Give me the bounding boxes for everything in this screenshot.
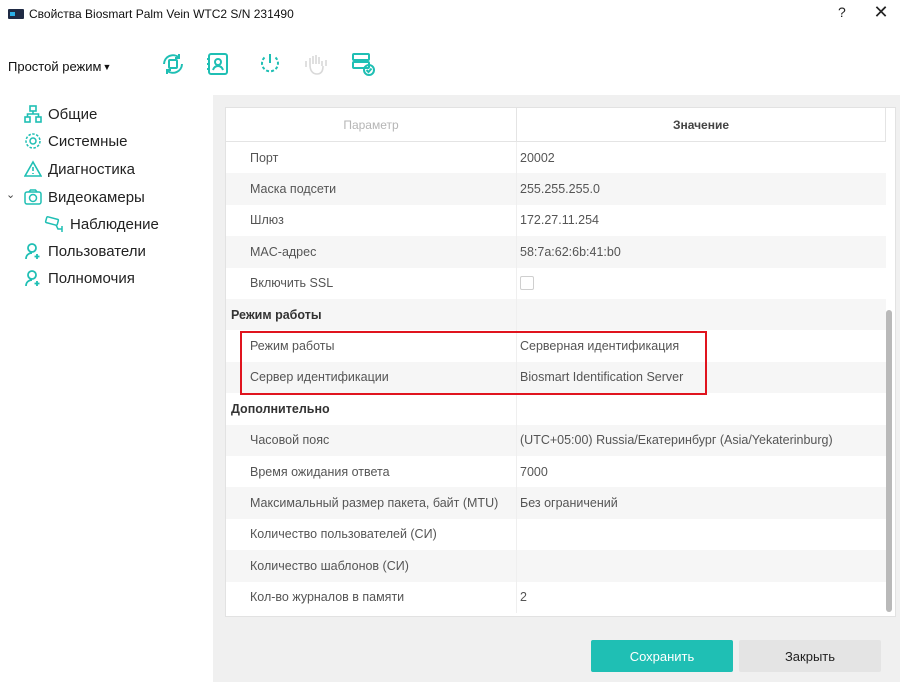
chevron-down-icon: ▼	[102, 61, 112, 72]
sync-icon[interactable]	[160, 51, 186, 77]
sidebar-item-label: Наблюдение	[70, 215, 159, 233]
sidebar-item-system[interactable]: Системные	[24, 130, 127, 152]
group-label: Дополнительно	[231, 401, 330, 416]
row-value: 255.255.255.0	[520, 182, 600, 197]
row-key: Часовой пояс	[250, 433, 330, 448]
row-key: Максимальный размер пакета, байт (MTU)	[250, 496, 499, 511]
sidebar-item-users[interactable]: Пользователи	[24, 240, 146, 262]
table-row[interactable]: Включить SSL	[226, 267, 886, 299]
column-header-value[interactable]: Значение	[516, 108, 886, 142]
user-scan-icon[interactable]	[205, 51, 231, 77]
power-icon[interactable]	[257, 51, 283, 77]
table-row[interactable]: Порт 20002	[226, 142, 886, 174]
row-key: Кол-во журналов в памяти	[250, 590, 405, 605]
table-row[interactable]: Шлюз 172.27.11.254	[226, 204, 886, 237]
cctv-icon	[44, 216, 63, 232]
save-button[interactable]: Сохранить	[591, 640, 733, 672]
sidebar-item-diagnostics[interactable]: Диагностика	[24, 158, 135, 180]
group-row: Дополнительно	[226, 393, 886, 425]
table-row[interactable]: MAC-адрес 58:7a:62:6b:41:b0	[226, 236, 886, 268]
sidebar-item-label: Пользователи	[48, 242, 146, 260]
row-key: Маска подсети	[250, 182, 337, 197]
table-row[interactable]: Маска подсети 255.255.255.0	[226, 173, 886, 205]
sidebar-item-surveillance[interactable]: Наблюдение	[44, 213, 159, 235]
sidebar-item-label: Полномочия	[48, 269, 135, 287]
mode-dropdown-label: Простой режим	[8, 59, 102, 74]
sidebar-item-permissions[interactable]: Полномочия	[24, 267, 135, 289]
row-key: Шлюз	[250, 213, 284, 228]
row-key: Время ожидания ответа	[250, 464, 390, 479]
row-value: 2	[520, 590, 527, 605]
sidebar-item-label: Видеокамеры	[48, 188, 145, 206]
table-row[interactable]: Часовой пояс (UTC+05:00) Russia/Екатерин…	[226, 424, 886, 456]
row-key: Количество шаблонов (СИ)	[250, 558, 409, 573]
user-add-icon	[25, 270, 40, 287]
server-check-icon[interactable]	[350, 51, 376, 77]
palm-icon	[303, 51, 329, 77]
user-add-icon	[25, 243, 40, 260]
mode-dropdown[interactable]: Простой режим ▼	[8, 59, 111, 74]
sidebar-item-cameras[interactable]: Видеокамеры	[24, 186, 145, 208]
table-row[interactable]: Кол-во журналов в памяти 2	[226, 581, 886, 613]
row-value: 172.27.11.254	[520, 213, 600, 228]
highlight-box	[240, 331, 707, 395]
chevron-down-icon[interactable]: ⌄	[6, 188, 15, 201]
row-value: 20002	[520, 150, 555, 165]
row-key: Включить SSL	[250, 276, 334, 291]
row-key: Порт	[250, 150, 279, 165]
table-header: Параметр Значение	[226, 108, 886, 142]
help-button[interactable]: ?	[838, 4, 846, 20]
table-row[interactable]: Количество пользователей (СИ)	[226, 518, 886, 551]
window-title: Свойства Biosmart Palm Vein WTC2 S/N 231…	[29, 7, 294, 21]
table-row[interactable]: Максимальный размер пакета, байт (MTU) Б…	[226, 487, 886, 519]
row-key: Количество пользователей (СИ)	[250, 527, 437, 542]
warning-icon	[24, 160, 42, 177]
row-value: 7000	[520, 464, 548, 479]
network-icon	[24, 105, 42, 123]
close-window-button[interactable]: ✕	[872, 2, 890, 22]
row-value	[520, 268, 534, 299]
table-row[interactable]: Количество шаблонов (СИ)	[226, 550, 886, 582]
row-key: MAC-адрес	[250, 244, 317, 259]
sidebar-tree: Общие Системные Диагностика ⌄ Видеокамер…	[0, 100, 212, 682]
close-button[interactable]: Закрыть	[739, 640, 881, 672]
camera-icon	[24, 189, 42, 205]
app-icon	[8, 9, 24, 19]
group-label: Режим работы	[231, 307, 322, 322]
toolbar: Простой режим ▼	[0, 40, 900, 90]
table-row[interactable]: Время ожидания ответа 7000	[226, 456, 886, 488]
sidebar-item-label: Диагностика	[48, 160, 135, 178]
title-bar: Свойства Biosmart Palm Vein WTC2 S/N 231…	[0, 0, 900, 28]
scrollbar-thumb[interactable]	[886, 310, 892, 612]
row-value: (UTC+05:00) Russia/Екатеринбург (Asia/Ye…	[520, 433, 833, 448]
row-value: 58:7a:62:6b:41:b0	[520, 244, 621, 259]
gear-icon	[25, 133, 41, 149]
sidebar-item-general[interactable]: Общие	[24, 103, 97, 125]
sidebar-item-label: Общие	[48, 105, 98, 123]
sidebar-item-label: Системные	[48, 132, 128, 150]
column-header-parameter[interactable]: Параметр	[226, 108, 516, 142]
row-value: Без ограничений	[520, 496, 618, 511]
group-row: Режим работы	[226, 299, 886, 331]
ssl-checkbox[interactable]	[520, 276, 534, 291]
